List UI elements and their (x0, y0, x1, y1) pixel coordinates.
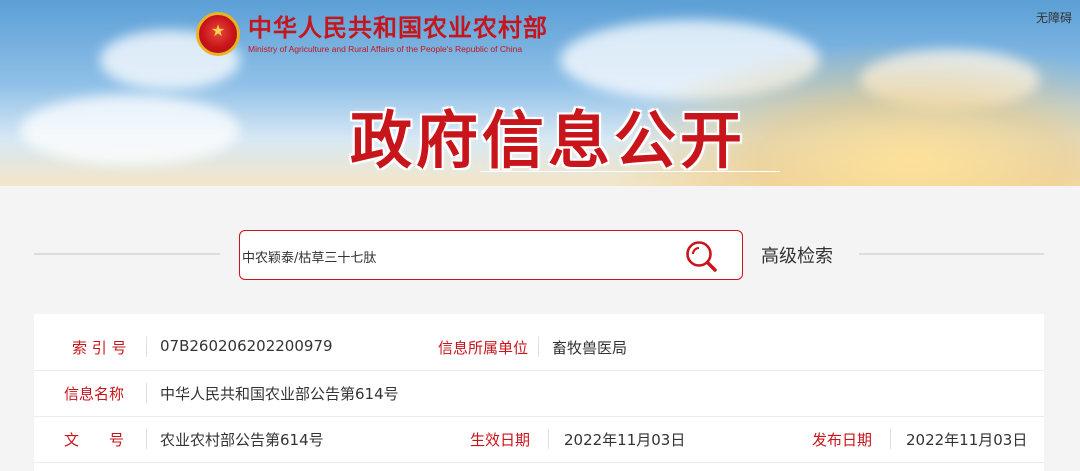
search-icon[interactable] (684, 240, 718, 272)
page-title: 政府信息公开 (350, 104, 747, 177)
info-table: 索 引 号 07B260206202200979 信息所属单位 畜牧兽医局 信息… (34, 314, 1044, 471)
search-input[interactable] (242, 241, 672, 271)
name-label: 信息名称 (64, 385, 125, 403)
search-box[interactable] (239, 230, 743, 280)
separator (146, 383, 147, 403)
header-banner: 中华人民共和国农业农村部 Ministry of Agriculture and… (0, 0, 1080, 186)
name-value: 中华人民共和国农业部公告第614号 (160, 385, 399, 403)
doc-label: 文 号 (64, 431, 125, 449)
publish-date-label: 发布日期 (812, 431, 873, 449)
index-label: 索 引 号 (72, 339, 127, 357)
unit-label: 信息所属单位 (438, 339, 529, 357)
info-row-doc: 文 号 农业农村部公告第614号 生效日期 2022年11月03日 发布日期 2… (34, 416, 1044, 463)
separator (146, 429, 147, 449)
effective-date-label: 生效日期 (470, 431, 531, 449)
separator (890, 429, 891, 449)
unit-value: 畜牧兽医局 (552, 339, 628, 357)
cloud-decoration (20, 95, 240, 165)
national-emblem-icon (196, 12, 240, 56)
search-row: 高级检索 (0, 228, 1080, 282)
doc-value: 农业农村部公告第614号 (160, 431, 324, 449)
ministry-logo[interactable]: 中华人民共和国农业农村部 Ministry of Agriculture and… (196, 12, 548, 56)
ministry-name-en: Ministry of Agriculture and Rural Affair… (248, 44, 523, 54)
separator (146, 337, 147, 357)
separator (538, 337, 539, 357)
separator (548, 429, 549, 449)
index-value: 07B260206202200979 (160, 337, 333, 355)
accessibility-link[interactable]: 无障碍 (1036, 9, 1072, 26)
divider-right (859, 253, 1044, 255)
advanced-search-link[interactable]: 高级检索 (761, 242, 833, 268)
publish-date-value: 2022年11月03日 (906, 431, 1028, 449)
title-underline (480, 171, 780, 172)
ministry-name-cn: 中华人民共和国农业农村部 (248, 13, 548, 42)
effective-date-value: 2022年11月03日 (564, 431, 686, 449)
info-row-name: 信息名称 中华人民共和国农业部公告第614号 (34, 370, 1044, 417)
divider-left (34, 253, 220, 255)
info-row-index: 索 引 号 07B260206202200979 信息所属单位 畜牧兽医局 (34, 324, 1044, 371)
